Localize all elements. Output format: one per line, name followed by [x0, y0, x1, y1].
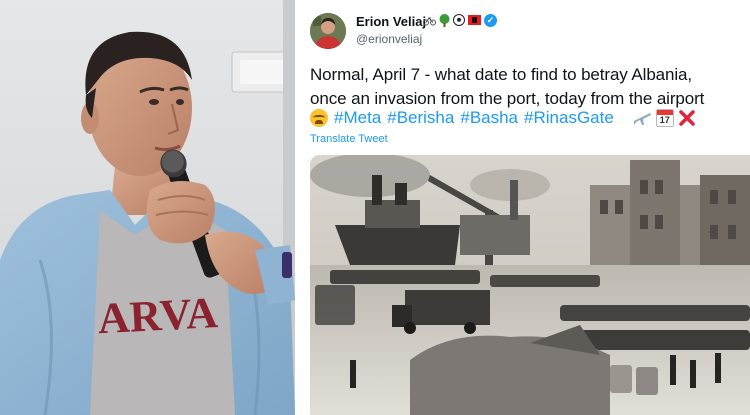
calendar-icon: 17: [655, 109, 674, 127]
historic-port-photo: [310, 155, 750, 415]
hashtag-link[interactable]: #Berisha: [387, 108, 454, 128]
author-name-emojis: ✓: [423, 13, 497, 27]
shirt-print: ARVA: [97, 288, 220, 343]
tweet-text-line: Normal, April 7 - what date to find to b…: [310, 65, 693, 84]
speaker-photo-illustration: ARVA: [0, 0, 295, 415]
albania-flag-icon: [468, 15, 481, 25]
tweet-media-image[interactable]: [310, 155, 750, 415]
author-handle[interactable]: @erionveliaj: [356, 32, 422, 46]
author-avatar[interactable]: [310, 13, 346, 49]
bicycle-icon: [423, 16, 436, 25]
avatar-image: [310, 13, 346, 49]
translate-tweet-link[interactable]: Translate Tweet: [310, 133, 388, 145]
author-name[interactable]: Erion Veliaj: [356, 14, 426, 29]
tree-icon: [439, 13, 450, 27]
tweet-text: Normal, April 7 - what date to find to b…: [310, 63, 746, 111]
airplane-icon: [633, 113, 651, 125]
cross-mark-icon: [679, 110, 695, 126]
speaker-photo: ARVA: [0, 0, 295, 415]
soccer-ball-icon: [453, 14, 465, 26]
hashtag-link[interactable]: #Meta: [334, 108, 381, 128]
hashtag-row: #Meta #Berisha #Basha #RinasGate 17: [310, 106, 696, 130]
verified-badge-icon: ✓: [484, 13, 497, 27]
calendar-day: 17: [659, 115, 670, 125]
crying-face-icon: [310, 109, 328, 127]
hashtag-link[interactable]: #Basha: [460, 108, 518, 128]
hashtag-link[interactable]: #RinasGate: [524, 108, 614, 128]
tweet-card: Erion Veliaj ✓ @erionveliaj Normal, Apri…: [298, 0, 750, 415]
